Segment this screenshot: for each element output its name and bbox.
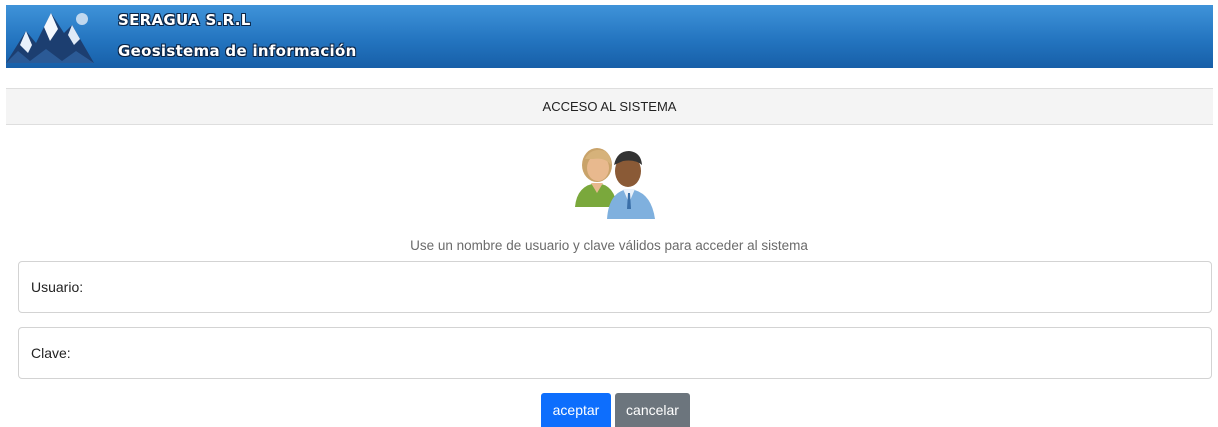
cancel-button[interactable]: cancelar	[615, 393, 690, 427]
access-title: ACCESO AL SISTEMA	[542, 99, 677, 114]
users-icon	[575, 148, 655, 219]
brand-subtitle: Geosistema de información	[118, 42, 357, 60]
brand-title: SERAGUA S.R.L	[118, 11, 251, 29]
password-input[interactable]	[119, 336, 1203, 372]
app-header: SERAGUA S.R.L Geosistema de información	[6, 5, 1213, 68]
username-label: Usuario:	[31, 279, 84, 295]
password-field: Clave:	[18, 327, 1212, 379]
username-field: Usuario:	[18, 261, 1212, 313]
access-title-bar: ACCESO AL SISTEMA	[6, 88, 1213, 125]
mountain-logo-icon	[6, 13, 94, 63]
help-text: Use un nombre de usuario y clave válidos…	[410, 238, 808, 253]
password-label: Clave:	[31, 345, 71, 361]
username-input[interactable]	[119, 270, 1203, 306]
accept-button[interactable]: aceptar	[541, 393, 611, 427]
